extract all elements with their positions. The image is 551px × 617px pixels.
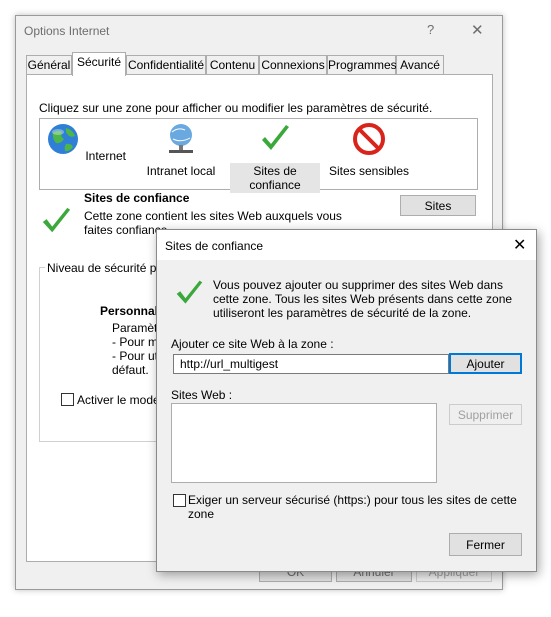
zone-internet[interactable]: Internet <box>42 122 132 164</box>
trusted-checkmark-icon <box>42 207 71 233</box>
security-level-name: Personnal <box>100 304 159 318</box>
remove-button[interactable]: Supprimer <box>449 404 522 425</box>
tab-privacy[interactable]: Confidentialité <box>126 55 206 75</box>
dialog-title: Sites de confiance <box>165 239 264 253</box>
tab-content[interactable]: Contenu <box>206 55 259 75</box>
checkmark-icon <box>176 280 203 304</box>
zone-prompt: Cliquez sur une zone pour afficher ou mo… <box>39 101 433 115</box>
require-https-label: Exiger un serveur sécurisé (https:) pour… <box>188 493 517 521</box>
websites-label: Sites Web : <box>171 388 233 402</box>
security-line: - Pour uti <box>112 349 161 363</box>
trusted-sites-dialog: Sites de confiance ✕ Vous pouvez ajouter… <box>156 229 537 572</box>
sites-button[interactable]: Sites <box>400 195 476 216</box>
close-icon[interactable]: ✕ <box>471 21 484 39</box>
close-button[interactable]: Fermer <box>449 533 522 556</box>
zone-label: Sites sensibles <box>328 164 410 178</box>
zone-intranet[interactable]: Intranet local <box>136 122 226 179</box>
window-title: Options Internet <box>24 24 110 38</box>
zone-label: Sites de confiance <box>230 163 320 193</box>
checkmark-icon <box>262 125 289 150</box>
require-https-checkbox[interactable] <box>173 494 186 507</box>
add-button[interactable]: Ajouter <box>449 353 522 374</box>
dialog-info-text: Vous pouvez ajouter ou supprimer des sit… <box>213 278 513 320</box>
security-line: défaut. <box>112 363 149 377</box>
help-button[interactable]: ? <box>427 22 434 37</box>
url-input[interactable] <box>173 354 449 374</box>
tab-advanced[interactable]: Avancé <box>396 55 444 75</box>
zone-restricted[interactable]: Sites sensibles <box>324 122 414 179</box>
zone-label: Intranet local <box>146 164 216 178</box>
zone-name: Sites de confiance <box>84 191 190 205</box>
security-line: Paramètr <box>112 321 162 335</box>
globe-icon <box>47 124 78 154</box>
zone-trusted[interactable]: Sites de confiance <box>230 122 320 193</box>
tab-programs[interactable]: Programmes <box>327 55 397 75</box>
tab-security[interactable]: Sécurité <box>72 52 126 76</box>
close-icon[interactable]: ✕ <box>513 235 526 255</box>
zone-selector: Internet Intranet local Sites de confian… <box>39 118 478 193</box>
add-site-label: Ajouter ce site Web à la zone : <box>171 337 334 351</box>
tab-general[interactable]: Général <box>26 55 72 75</box>
restricted-icon <box>353 123 385 155</box>
security-level-legend: Niveau de sécurité pou <box>45 261 172 275</box>
websites-list[interactable] <box>171 403 437 483</box>
protected-mode-checkbox[interactable] <box>61 393 74 406</box>
tab-connections[interactable]: Connexions <box>259 55 327 75</box>
network-globe-icon <box>169 124 193 153</box>
zone-label: Internet <box>85 149 127 163</box>
